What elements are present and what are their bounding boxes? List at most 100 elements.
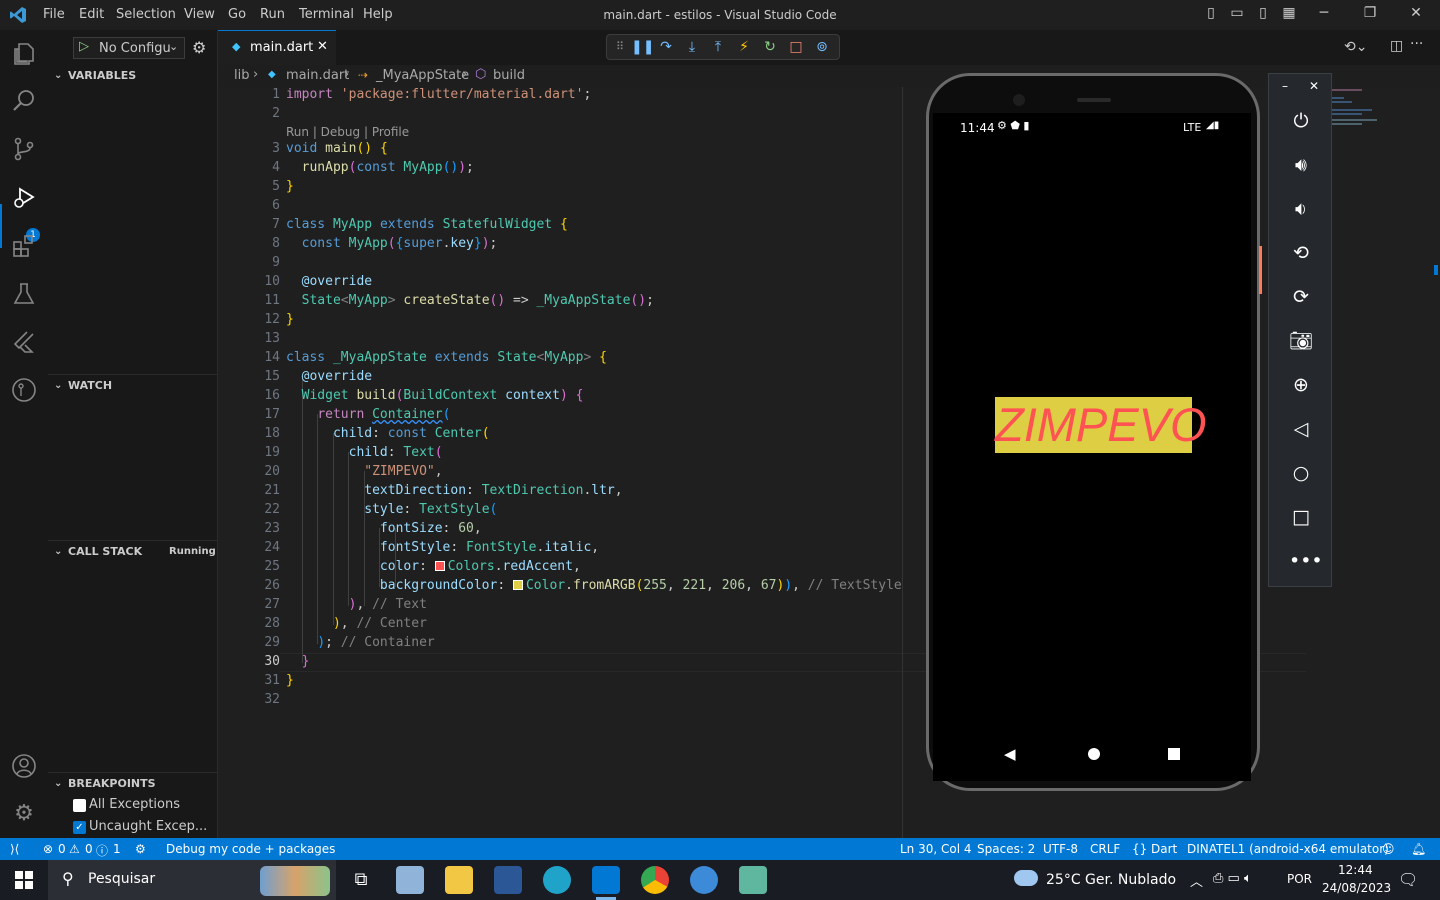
tab-main-dart[interactable]: ◆ main.dart ✕	[218, 30, 336, 65]
nav-recents-icon[interactable]	[1168, 748, 1180, 760]
extensions-icon[interactable]	[8, 230, 40, 262]
info-count[interactable]: 1	[113, 842, 121, 856]
close-tab-icon[interactable]: ✕	[317, 39, 328, 54]
variables-header[interactable]: ⌄ VARIABLES	[48, 65, 217, 87]
customize-layout-icon[interactable]: ▦	[1279, 5, 1299, 25]
debug-icon[interactable]: ⚙	[135, 842, 146, 856]
restore-window-icon[interactable]: ❐	[1360, 5, 1380, 25]
testing-icon[interactable]	[8, 278, 40, 310]
emulator-taskbar-icon[interactable]	[739, 866, 767, 894]
line-number[interactable]: 17	[238, 407, 280, 422]
search-icon[interactable]	[8, 85, 40, 117]
nav-back-icon[interactable]: ◀	[1004, 745, 1016, 763]
feedback-icon[interactable]: ☺	[1382, 842, 1395, 856]
stop-icon[interactable]: □	[787, 38, 805, 56]
zoom-icon[interactable]: ⊕	[1289, 373, 1313, 397]
line-number[interactable]: 26	[238, 578, 280, 593]
notifications-icon[interactable]: 🔔︎	[1411, 842, 1426, 856]
power-icon[interactable]: ⏻	[1289, 109, 1313, 133]
debug-settings-gear-icon[interactable]: ⚙	[192, 38, 206, 57]
line-number[interactable]: 22	[238, 502, 280, 517]
nav-home-icon[interactable]	[1088, 748, 1100, 760]
breakpoint-checkbox[interactable]	[73, 799, 86, 812]
more-actions-icon[interactable]: ···	[1410, 36, 1423, 52]
breadcrumb-method[interactable]: build	[493, 68, 525, 83]
line-number[interactable]: 16	[238, 388, 280, 403]
pause-icon[interactable]: ❚❚	[631, 38, 654, 56]
clock-date[interactable]: 24/08/2023	[1322, 881, 1391, 895]
toggle-panel-icon[interactable]: ▭	[1227, 5, 1247, 25]
close-window-icon[interactable]: ✕	[1406, 5, 1426, 25]
line-number[interactable]: 5	[238, 179, 280, 194]
powershell-icon[interactable]	[494, 866, 522, 894]
file-explorer-icon[interactable]	[445, 866, 473, 894]
drag-handle-icon[interactable]: ⠿	[611, 38, 629, 56]
line-number[interactable]: 27	[238, 597, 280, 612]
line-number[interactable]: 9	[238, 255, 280, 270]
line-number[interactable]: 7	[238, 217, 280, 232]
manage-gear-icon[interactable]: ⚙	[8, 798, 40, 830]
line-number[interactable]: 30	[238, 654, 280, 669]
line-number[interactable]: 29	[238, 635, 280, 650]
camera-icon[interactable]: 📷︎	[1289, 329, 1313, 353]
breakpoints-header[interactable]: ⌄ BREAKPOINTS	[48, 773, 217, 795]
weather-text[interactable]: 25°C Ger. Nublado	[1046, 872, 1176, 888]
run-dropdown-icon[interactable]: ⟲⌄	[1344, 39, 1367, 55]
line-number[interactable]: 13	[238, 331, 280, 346]
back-icon[interactable]: ◁	[1289, 417, 1313, 441]
line-number[interactable]: 1	[238, 87, 280, 102]
line-number[interactable]: 20	[238, 464, 280, 479]
home-icon[interactable]: ○	[1289, 461, 1313, 485]
restart-icon[interactable]: ↻	[761, 38, 779, 56]
devtools-search-icon[interactable]: ⊚	[813, 38, 831, 56]
run-config-dropdown[interactable]: ▷ No Configu ⌄	[73, 37, 185, 59]
breakpoint-checkbox-checked[interactable]: ✓	[73, 821, 86, 834]
step-over-icon[interactable]: ↷	[657, 38, 675, 56]
volume-up-icon[interactable]: 🔊︎	[1289, 153, 1313, 177]
breadcrumb-file[interactable]: main.dart	[286, 68, 349, 83]
chrome-icon[interactable]	[641, 866, 669, 894]
debug-target[interactable]: Debug my code + packages	[166, 842, 335, 856]
breakpoint-item[interactable]: ✓ Uncaught Excep...	[73, 819, 213, 839]
device-selector[interactable]: DINATEL1 (android-x64 emulator)	[1187, 842, 1389, 856]
warning-count[interactable]: 0	[85, 842, 93, 856]
input-language[interactable]: POR	[1287, 872, 1312, 886]
rotate-left-icon[interactable]: ⟲	[1289, 241, 1313, 265]
line-number[interactable]: 15	[238, 369, 280, 384]
task-view-icon[interactable]: ⧉	[347, 866, 375, 894]
tray-chevron-up-icon[interactable]: ︿	[1190, 871, 1203, 890]
run-debug-icon[interactable]	[8, 182, 40, 214]
line-number[interactable]: 4	[238, 160, 280, 175]
breadcrumb-folder[interactable]: lib	[234, 68, 249, 83]
breakpoint-item[interactable]: All Exceptions	[73, 797, 213, 817]
step-out-icon[interactable]: ⤒	[709, 38, 727, 56]
remote-icon[interactable]: ⟩⟨	[10, 842, 19, 856]
edge-browser-icon[interactable]	[543, 866, 571, 894]
line-number[interactable]: 8	[238, 236, 280, 251]
rotate-right-icon[interactable]: ⟳	[1289, 285, 1313, 309]
source-control-icon[interactable]	[8, 133, 40, 165]
volume-down-icon[interactable]: 🔉︎	[1289, 197, 1313, 221]
error-count[interactable]: 0	[58, 842, 66, 856]
tray-icons[interactable]: ⎙ ▭ 🔈︎	[1213, 871, 1252, 886]
line-number[interactable]: 21	[238, 483, 280, 498]
minimize-icon[interactable]: –	[1282, 79, 1288, 93]
language-mode[interactable]: Dart	[1151, 842, 1177, 856]
scrollbar[interactable]	[1434, 265, 1438, 275]
color-swatch[interactable]	[434, 561, 445, 571]
accounts-icon[interactable]	[8, 750, 40, 782]
line-number[interactable]: 32	[238, 692, 280, 707]
minimize-window-icon[interactable]: ─	[1314, 5, 1334, 25]
error-icon[interactable]: ⊗	[43, 842, 53, 856]
line-number[interactable]: 18	[238, 426, 280, 441]
codelens[interactable]: Run | Debug | Profile	[286, 125, 409, 139]
line-number[interactable]: 2	[238, 106, 280, 121]
windows-start-icon[interactable]	[15, 871, 33, 889]
explorer-icon[interactable]	[8, 38, 40, 70]
watch-header[interactable]: ⌄ WATCH	[48, 375, 217, 397]
android-studio-icon[interactable]	[690, 866, 718, 894]
clock-time[interactable]: 12:44	[1338, 863, 1373, 877]
toggle-sidebar-icon[interactable]: ▯	[1201, 5, 1221, 25]
split-editor-icon[interactable]: ◫	[1390, 38, 1403, 54]
line-number[interactable]: 3	[238, 141, 280, 156]
